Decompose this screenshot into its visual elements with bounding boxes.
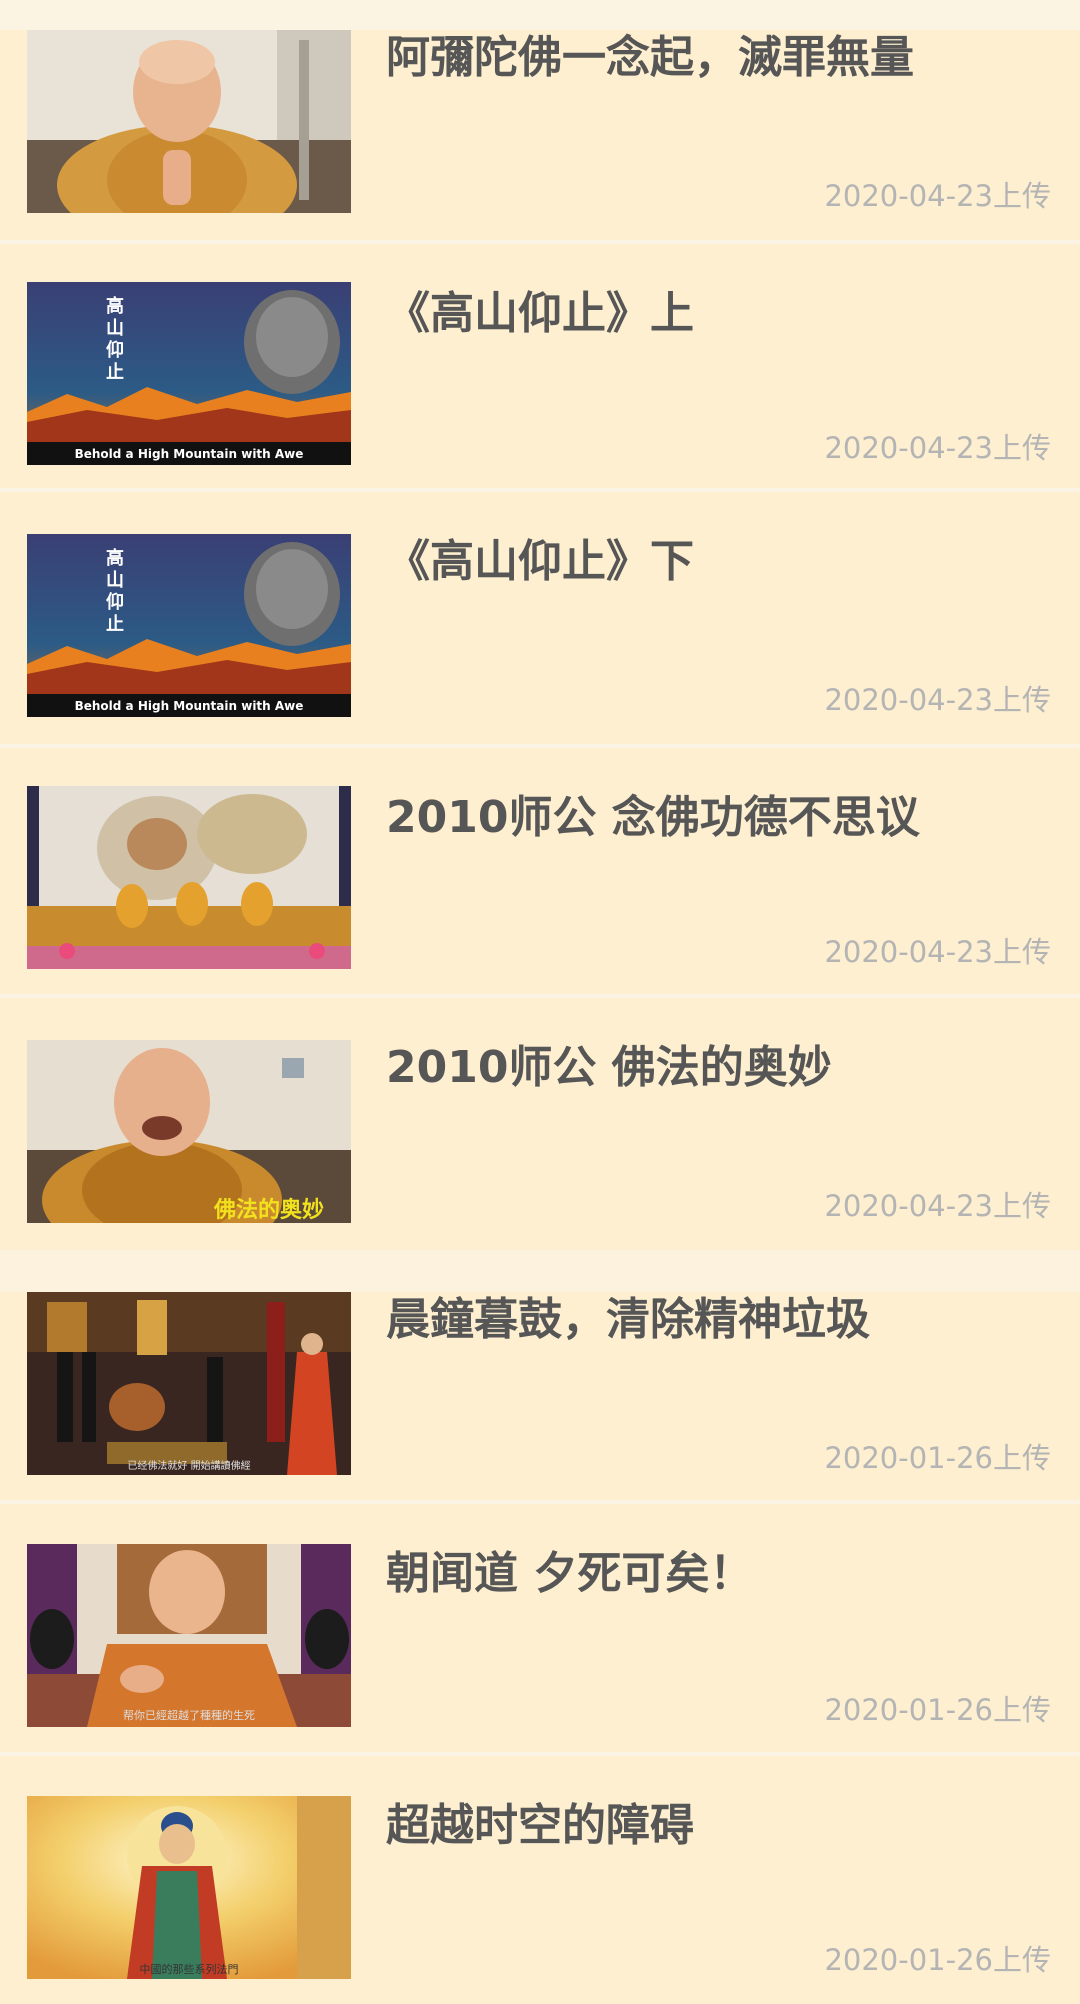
video-thumbnail[interactable]: 中國的那些系列法門 — [27, 1796, 351, 1979]
buddha-painting-icon: 中國的那些系列法門 — [27, 1796, 351, 1979]
video-thumbnail[interactable]: 已经佛法就好 開始講讀佛經 — [27, 1292, 351, 1475]
mountain-poster-icon: Behold a High Mountain with Awe 高 山 仰 止 — [27, 282, 351, 465]
upload-date: 2020-04-23上传 — [824, 431, 1051, 465]
thumbnail-caption: Behold a High Mountain with Awe — [75, 447, 304, 461]
svg-text:仰: 仰 — [106, 591, 124, 613]
svg-text:仰: 仰 — [106, 339, 124, 361]
video-item[interactable]: Behold a High Mountain with Awe 高 山 仰 止 … — [0, 244, 1080, 488]
temple-hall-icon: 已经佛法就好 開始講讀佛經 — [27, 1292, 351, 1475]
video-thumbnail[interactable] — [27, 786, 351, 969]
video-title[interactable]: 2010师公 佛法的奥妙 — [386, 1040, 1046, 1096]
upload-date: 2020-01-26上传 — [824, 1943, 1051, 1977]
video-item[interactable]: 阿彌陀佛一念起，滅罪無量 2020-04-23上传 — [0, 30, 1080, 240]
thumbnail-caption: 帮你已經超越了種種的生死 — [123, 1708, 255, 1722]
video-item[interactable]: 佛法的奥妙 2010师公 佛法的奥妙 2020-04-23上传 — [0, 998, 1080, 1250]
video-thumbnail[interactable] — [27, 30, 351, 213]
thumbnail-caption: 已经佛法就好 開始講讀佛經 — [127, 1459, 250, 1472]
svg-text:山: 山 — [106, 570, 124, 591]
video-title[interactable]: 朝闻道 夕死可矣！ — [386, 1546, 1046, 1602]
video-item[interactable]: 中國的那些系列法門 超越时空的障碍 2020-01-26上传 — [0, 1756, 1080, 2004]
upload-date: 2020-04-23上传 — [824, 683, 1051, 717]
video-item[interactable]: 帮你已經超越了種種的生死 朝闻道 夕死可矣！ 2020-01-26上传 — [0, 1504, 1080, 1752]
upload-date: 2020-01-26上传 — [824, 1441, 1051, 1475]
monk-teaching-icon: 帮你已經超越了種種的生死 — [27, 1544, 351, 1727]
monk-portrait-icon — [27, 30, 351, 213]
thumbnail-caption: Behold a High Mountain with Awe — [75, 699, 304, 713]
upload-date: 2020-04-23上传 — [824, 1189, 1051, 1223]
video-title[interactable]: 《高山仰止》下 — [386, 534, 1046, 590]
video-thumbnail[interactable]: 佛法的奥妙 — [27, 1040, 351, 1223]
svg-text:止: 止 — [106, 361, 124, 383]
video-title[interactable]: 超越时空的障碍 — [386, 1798, 1046, 1854]
svg-text:止: 止 — [106, 613, 124, 635]
stage-lion-icon — [27, 786, 351, 969]
video-item[interactable]: 2010师公 念佛功德不思议 2020-04-23上传 — [0, 748, 1080, 994]
video-item[interactable]: Behold a High Mountain with Awe 高 山 仰 止 … — [0, 492, 1080, 744]
svg-text:高: 高 — [106, 547, 124, 569]
thumbnail-caption: 佛法的奥妙 — [213, 1197, 324, 1223]
video-title[interactable]: 2010师公 念佛功德不思议 — [386, 790, 1046, 846]
svg-text:山: 山 — [106, 318, 124, 339]
upload-date: 2020-01-26上传 — [824, 1693, 1051, 1727]
video-title[interactable]: 阿彌陀佛一念起，滅罪無量 — [386, 30, 1046, 86]
section-gap — [0, 1250, 1080, 1292]
video-thumbnail[interactable]: Behold a High Mountain with Awe 高 山 仰 止 — [27, 534, 351, 717]
video-list-page: 阿彌陀佛一念起，滅罪無量 2020-04-23上传 Behold a High … — [0, 0, 1080, 2004]
video-title[interactable]: 晨鐘暮鼓，清除精神垃圾 — [386, 1292, 1046, 1348]
video-thumbnail[interactable]: Behold a High Mountain with Awe 高 山 仰 止 — [27, 282, 351, 465]
monk-laughing-icon: 佛法的奥妙 — [27, 1040, 351, 1223]
svg-text:高: 高 — [106, 295, 124, 317]
video-title[interactable]: 《高山仰止》上 — [386, 286, 1046, 342]
thumbnail-caption: 中國的那些系列法門 — [140, 1962, 239, 1976]
video-item[interactable]: 已经佛法就好 開始講讀佛經 晨鐘暮鼓，清除精神垃圾 2020-01-26上传 — [0, 1292, 1080, 1500]
upload-date: 2020-04-23上传 — [824, 179, 1051, 213]
mountain-poster-icon: Behold a High Mountain with Awe 高 山 仰 止 — [27, 534, 351, 717]
top-strip — [0, 0, 1080, 30]
upload-date: 2020-04-23上传 — [824, 935, 1051, 969]
video-thumbnail[interactable]: 帮你已經超越了種種的生死 — [27, 1544, 351, 1727]
